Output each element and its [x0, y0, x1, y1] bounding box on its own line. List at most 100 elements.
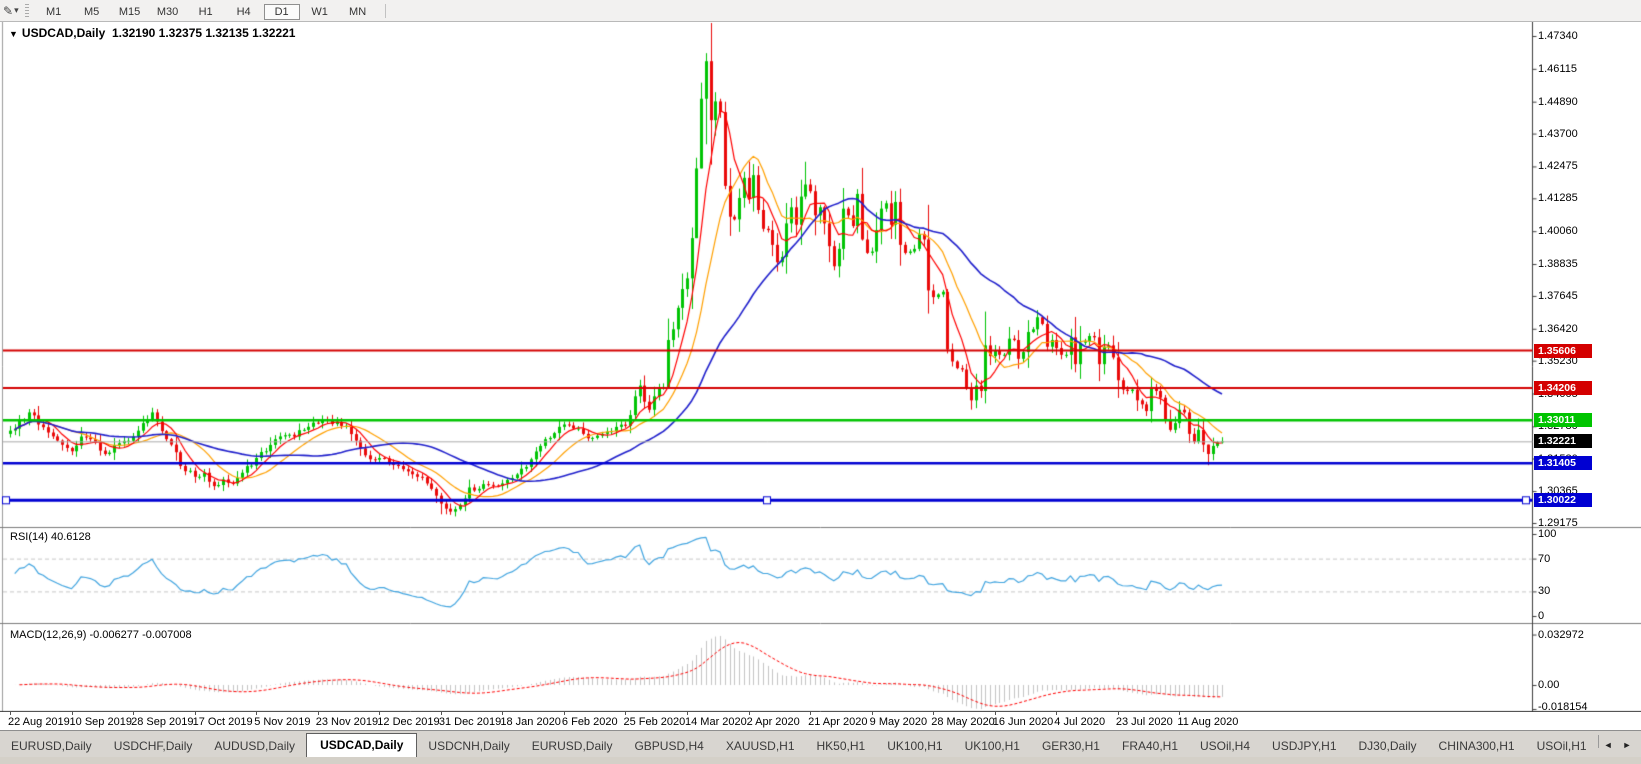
price-axis-label: 1.43700 [1538, 127, 1578, 140]
chart-tab-uk100-h1[interactable]: UK100,H1 [876, 735, 953, 758]
date-axis-tick [1117, 712, 1119, 715]
timeframe-button-h1[interactable]: H1 [188, 4, 224, 20]
date-axis-tick [1179, 712, 1181, 715]
date-axis-tick [933, 712, 935, 715]
rsi-axis-label: 100 [1538, 528, 1557, 540]
date-axis-tick [133, 712, 135, 715]
date-axis-label: 5 Nov 2019 [254, 716, 311, 728]
chart-tab-hk50-h1[interactable]: HK50,H1 [806, 735, 877, 758]
date-axis-label: 10 Sep 2019 [69, 716, 132, 728]
chart-tab-xauusd-h1[interactable]: XAUUSD,H1 [715, 735, 806, 758]
timeframe-button-m1[interactable]: M1 [36, 4, 72, 20]
price-axis-label: 1.40060 [1538, 225, 1578, 238]
mt4-window: ✎ ▾ M1 M5 M15 M30 H1 H4 D1 W1 MN ▼ USDCAD,Daily 1… [0, 0, 1641, 764]
chart-tab-usdcnh-daily[interactable]: USDCNH,Daily [417, 735, 520, 758]
date-axis-label: 9 May 2020 [869, 716, 928, 728]
chart-tab-usdchf-daily[interactable]: USDCHF,Daily [103, 735, 204, 758]
date-axis-tick [625, 712, 627, 715]
date-axis-tick [10, 712, 11, 715]
date-axis-label: 21 Apr 2020 [808, 716, 868, 728]
rsi-axis-label: 0 [1538, 610, 1545, 622]
date-axis-tick [317, 712, 319, 715]
chart-title: ▼ USDCAD,Daily 1.32190 1.32375 1.32135 1.… [9, 26, 295, 40]
chart-tab-china300-h1[interactable]: CHINA300,H1 [1428, 735, 1526, 758]
symbol-name: USDCAD,Daily [21, 26, 106, 40]
hline-price-badge: 1.33011 [1534, 413, 1592, 428]
hline-price-badge: 1.34206 [1534, 381, 1592, 396]
date-axis-label: 16 Jun 2020 [992, 716, 1054, 728]
timeframe-button-d1[interactable]: D1 [263, 3, 300, 20]
date-axis-tick [1056, 712, 1058, 715]
macd-axis-label: -0.018154 [1538, 701, 1588, 713]
date-axis-tick [379, 712, 381, 715]
date-axis-tick [748, 712, 750, 715]
price-axis-label: 1.47340 [1538, 30, 1578, 42]
toolbar-separator [384, 3, 386, 18]
tab-scroll-arrows: ◄ ► [1597, 731, 1641, 758]
timeframe-button-w1[interactable]: W1 [302, 4, 338, 20]
date-axis-label: 14 Mar 2020 [685, 716, 747, 728]
macd-indicator-label: MACD(12,26,9) -0.006277 -0.007008 [10, 629, 192, 641]
chart-tab-uk100-h1[interactable]: UK100,H1 [954, 735, 1031, 758]
chart-tab-gbpusd-h4[interactable]: GBPUSD,H4 [623, 735, 714, 758]
status-strip [0, 757, 1641, 764]
chart-tab-bar: EURUSD,Daily USDCHF,Daily AUDUSD,Daily USDC… [0, 730, 1641, 758]
current-price-badge: 1.32221 [1534, 434, 1592, 449]
date-axis-label: 23 Jul 2020 [1115, 716, 1173, 728]
date-axis-label: 28 May 2020 [931, 716, 995, 728]
chart-tab-dj30-daily[interactable]: DJ30,Daily [1348, 735, 1428, 758]
date-axis-label: 17 Oct 2019 [192, 716, 253, 728]
price-axis-label: 1.36420 [1538, 322, 1578, 335]
chart-tab-usoil-h1[interactable]: USOil,H1 [1526, 735, 1598, 758]
date-axis-label: 6 Feb 2020 [561, 716, 618, 728]
date-axis-tick [71, 712, 73, 715]
draw-tool-icon[interactable]: ✎ [3, 2, 13, 20]
chart-tab-usoil-h4[interactable]: USOil,H4 [1189, 735, 1261, 758]
chart-tab-ger30-h1[interactable]: GER30,H1 [1031, 735, 1111, 758]
tab-scroll-right-icon[interactable]: ► [1618, 740, 1637, 750]
date-axis-label: 12 Dec 2019 [377, 716, 440, 728]
hline-price-badge: 1.31405 [1534, 456, 1592, 471]
price-axis-label: 1.46115 [1538, 62, 1577, 75]
date-axis-tick [994, 712, 996, 715]
toolbar-grip-handle[interactable] [24, 3, 29, 18]
chart-tab-audusd-daily[interactable]: AUDUSD,Daily [203, 735, 306, 758]
date-axis-tick [194, 712, 196, 715]
ohlc-values: 1.32190 1.32375 1.32135 1.32221 [111, 26, 296, 40]
rsi-axis-label: 30 [1538, 585, 1551, 598]
date-axis-label: 28 Sep 2019 [131, 716, 194, 728]
date-axis-tick [440, 712, 442, 715]
date-axis-label: 4 Jul 2020 [1054, 716, 1106, 728]
date-axis-label: 11 Aug 2020 [1177, 716, 1239, 728]
chart-tab-usdcad-daily[interactable]: USDCAD,Daily [306, 733, 418, 758]
date-axis-label: 23 Nov 2019 [315, 716, 379, 728]
timeframe-button-mn[interactable]: MN [340, 4, 376, 20]
timeframe-button-m15[interactable]: M15 [112, 4, 148, 20]
chart-tab-eurusd-daily[interactable]: EURUSD,Daily [0, 735, 103, 758]
date-axis-tick [810, 712, 812, 715]
rsi-axis-label: 70 [1538, 552, 1551, 565]
dropdown-caret-icon[interactable]: ▾ [14, 5, 19, 16]
hline-price-badge: 1.30022 [1534, 493, 1592, 508]
timeframe-button-m30[interactable]: M30 [150, 4, 186, 20]
symbol-caret-icon[interactable]: ▼ [9, 29, 18, 39]
tab-scroll-left-icon[interactable]: ◄ [1599, 740, 1618, 750]
date-axis-label: 31 Dec 2019 [438, 716, 502, 728]
top-toolbar: ✎ ▾ M1 M5 M15 M30 H1 H4 D1 W1 MN [0, 0, 1641, 22]
price-axis-label: 1.38835 [1538, 258, 1578, 271]
rsi-indicator-label: RSI(14) 40.6128 [10, 531, 91, 543]
timeframe-button-h4[interactable]: H4 [226, 4, 262, 20]
hline-price-badge: 1.35606 [1534, 343, 1592, 358]
date-axis-label: 25 Feb 2020 [623, 716, 686, 728]
price-axis-label: 1.44890 [1538, 95, 1578, 108]
chart-tab-fra40-h1[interactable]: FRA40,H1 [1111, 735, 1189, 758]
date-axis-tick [256, 712, 258, 715]
chart-tab-eurusd-daily[interactable]: EURUSD,Daily [521, 735, 624, 758]
timeframe-button-m5[interactable]: M5 [74, 4, 110, 20]
price-axis-label: 1.42475 [1538, 160, 1578, 173]
chart-tab-usdjpy-h1[interactable]: USDJPY,H1 [1261, 735, 1347, 758]
macd-axis-label: 0.032972 [1538, 628, 1584, 641]
price-axis-label: 1.41285 [1538, 192, 1578, 205]
price-chart-canvas[interactable] [0, 22, 1641, 712]
date-axis-tick [871, 712, 873, 715]
